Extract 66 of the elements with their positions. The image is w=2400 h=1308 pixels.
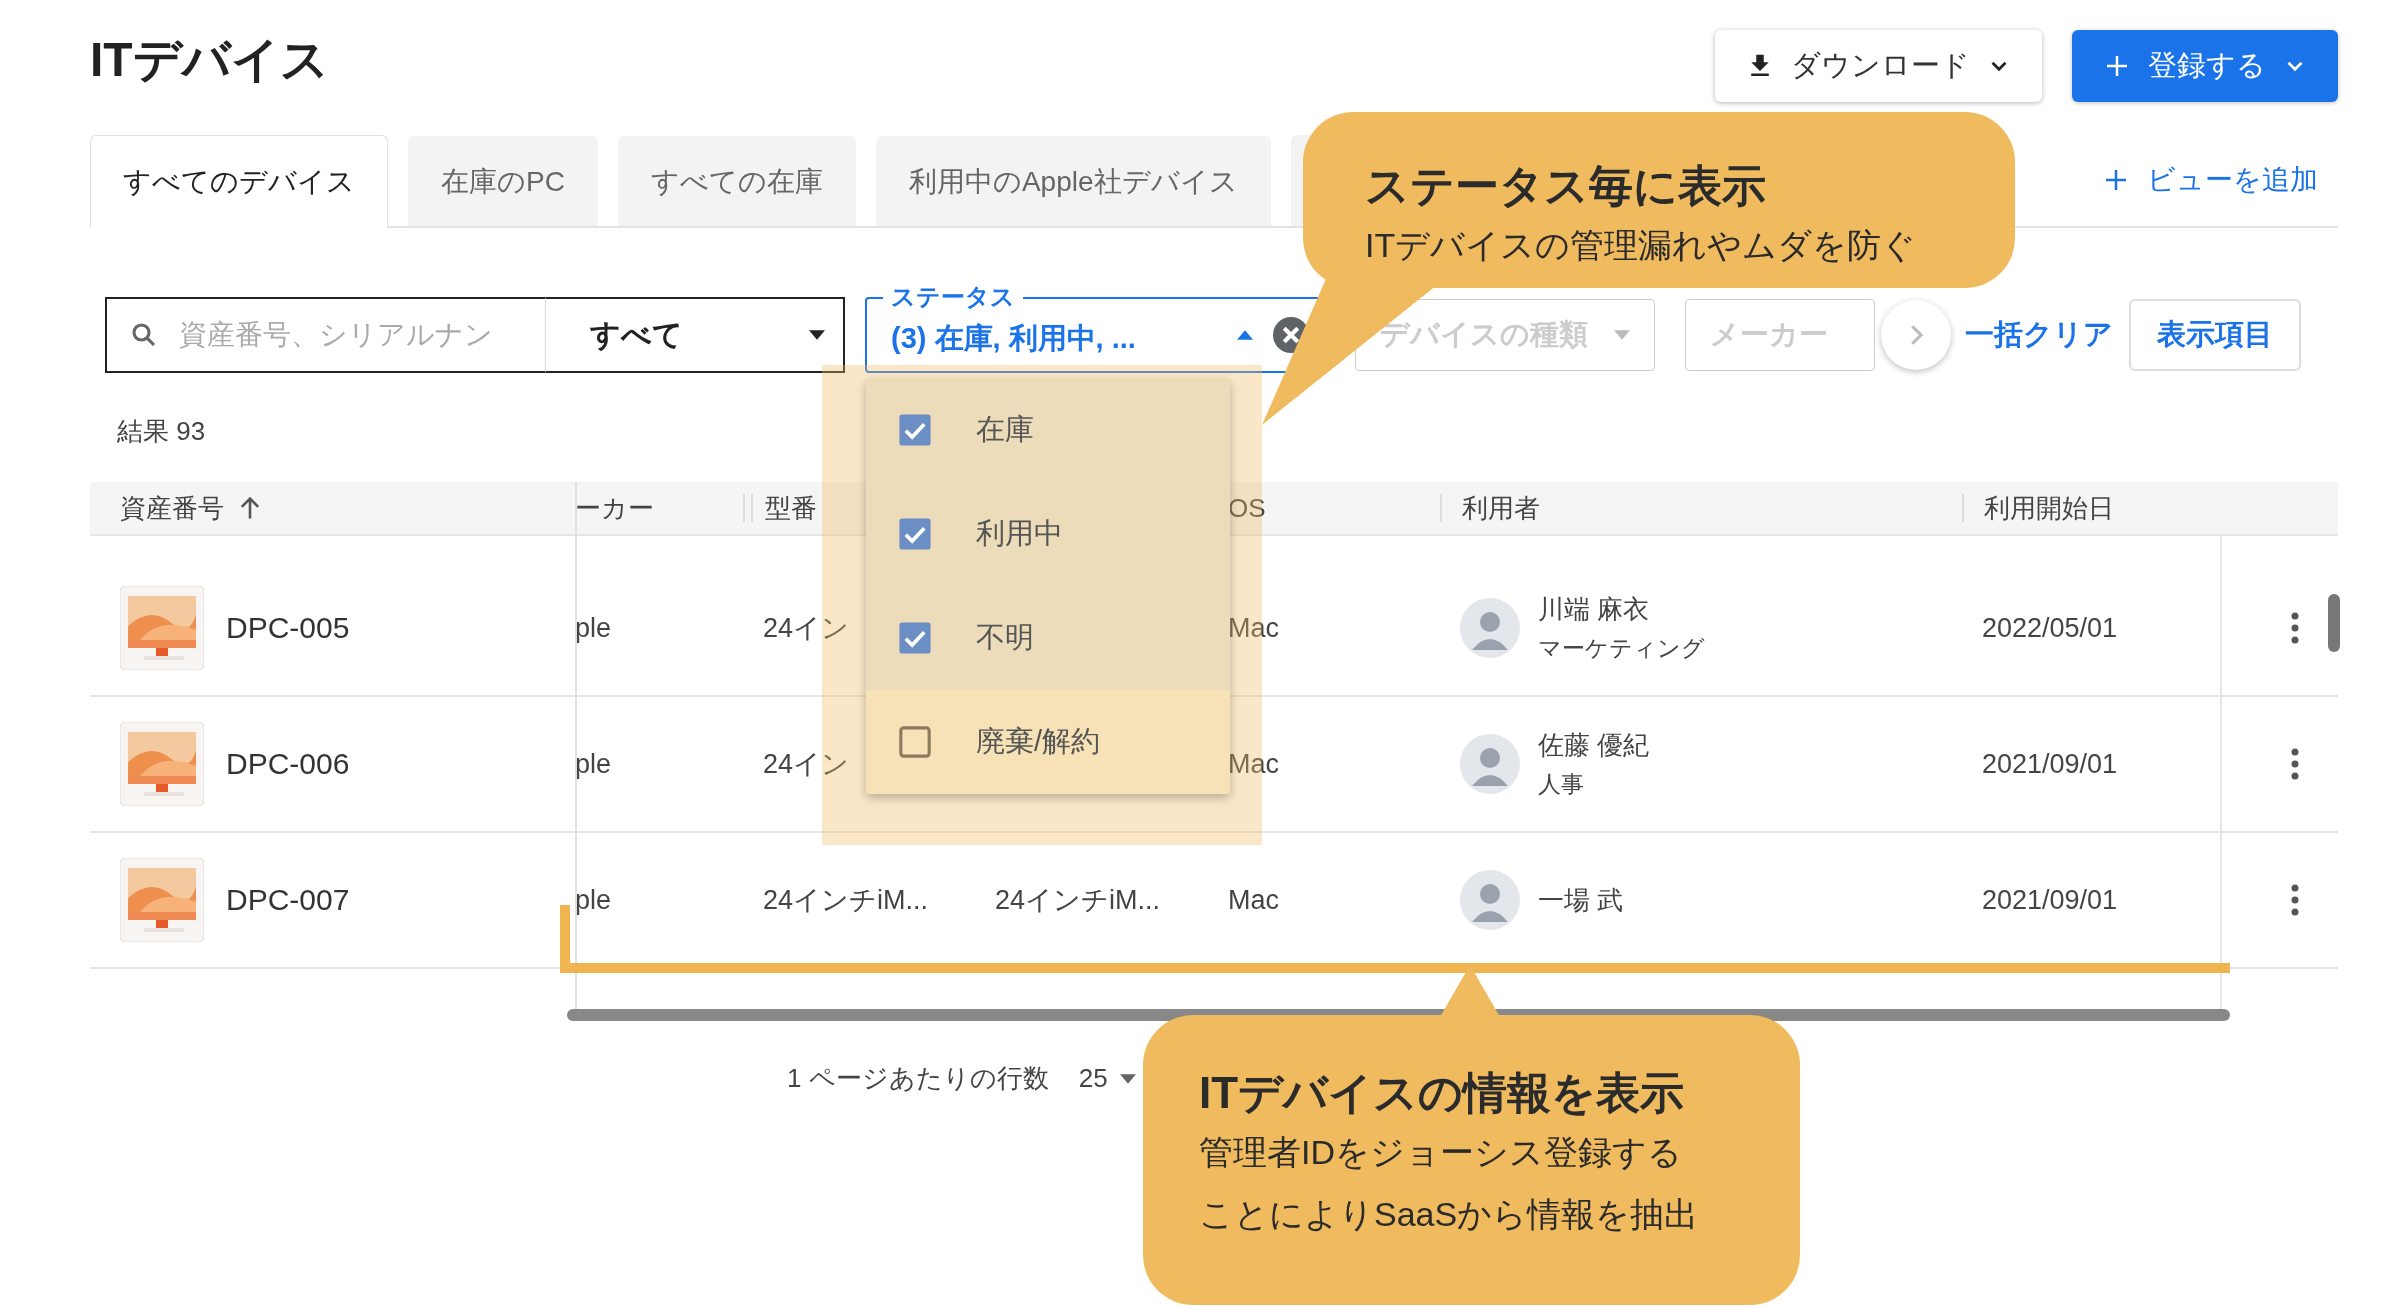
asset-number[interactable]: DPC-007 bbox=[226, 883, 350, 917]
table-cell-text: 24インチiM... bbox=[995, 884, 1161, 917]
avatar-icon bbox=[1460, 598, 1520, 658]
search-field[interactable]: 資産番号、シリアルナン bbox=[105, 297, 545, 373]
more-icon[interactable] bbox=[2291, 748, 2299, 780]
tab[interactable]: すべてのデバイス bbox=[90, 135, 388, 228]
table-cell: 2021/09/01 bbox=[1982, 884, 2118, 916]
more-icon[interactable] bbox=[2291, 612, 2299, 644]
checkbox[interactable] bbox=[898, 413, 932, 447]
dropdown-arrow-icon bbox=[1237, 330, 1253, 340]
table-cell-text: 24イン bbox=[763, 748, 850, 781]
tab[interactable]: 在庫のPC bbox=[408, 136, 598, 226]
checkbox[interactable] bbox=[898, 621, 932, 655]
column-header[interactable]: 資産番号 bbox=[120, 490, 224, 526]
scrollbar-thumb[interactable] bbox=[2328, 594, 2340, 652]
callout-text: 管理者IDをジョーシス登録する bbox=[1199, 1132, 1683, 1173]
asset-number[interactable]: DPC-006 bbox=[226, 747, 350, 781]
more-icon[interactable] bbox=[2291, 884, 2299, 916]
register-button[interactable]: 登録する bbox=[2072, 30, 2338, 102]
page-title: ITデバイス bbox=[90, 32, 329, 88]
dropdown-arrow-icon bbox=[1119, 1073, 1136, 1084]
column-header[interactable]: 型番 bbox=[765, 490, 817, 526]
tab[interactable]: 利用中のApple社デバイス bbox=[875, 136, 1271, 226]
column-header[interactable]: 利用開始日 bbox=[1984, 490, 2114, 526]
dropdown-arrow-icon bbox=[809, 330, 825, 340]
status-option[interactable]: 廃棄/解約 bbox=[866, 690, 1230, 794]
checkbox[interactable] bbox=[898, 517, 932, 551]
tab[interactable]: すべての在庫 bbox=[617, 136, 856, 226]
status-option[interactable]: 利用中 bbox=[866, 482, 1230, 586]
rows-per-page-label: 1 ページあたりの行数 bbox=[787, 1062, 1049, 1095]
user-name: 佐藤 優紀 bbox=[1538, 729, 1650, 762]
dropdown-arrow-icon bbox=[1614, 330, 1630, 340]
user-name: 一場 武 bbox=[1538, 883, 1624, 917]
checkbox[interactable] bbox=[898, 725, 932, 759]
asset-number[interactable]: DPC-005 bbox=[226, 611, 350, 645]
callout-text: ことによりSaaSから情報を抽出 bbox=[1199, 1194, 1700, 1235]
table-cell: 2021/09/01 bbox=[1982, 748, 2118, 780]
clear-all-link[interactable]: 一括クリア bbox=[1965, 315, 2113, 355]
avatar-icon bbox=[1460, 734, 1520, 794]
table-cell: ple bbox=[575, 884, 612, 916]
user-name: 川端 麻衣 bbox=[1538, 593, 1651, 626]
callout-title: ITデバイスの情報を表示 bbox=[1199, 1067, 1686, 1119]
columns-button[interactable]: 表示項目 bbox=[2129, 299, 2301, 371]
callout-text: ITデバイスの管理漏れやムダを防ぐ bbox=[1365, 225, 1918, 266]
user-department: 人事 bbox=[1538, 770, 1585, 799]
user-department: マーケティング bbox=[1538, 634, 1705, 663]
status-option[interactable]: 不明 bbox=[866, 586, 1230, 690]
callout-title: ステータス毎に表示 bbox=[1365, 160, 1767, 212]
table-cell-text: 24インチiM... bbox=[763, 884, 929, 917]
column-header[interactable]: 利用者 bbox=[1462, 490, 1540, 526]
table-cell: ple bbox=[575, 612, 612, 644]
add-view-link[interactable]: ビューを追加 bbox=[2101, 160, 2318, 199]
table-cell: ple bbox=[575, 748, 612, 780]
table-cell: Mac bbox=[1228, 612, 1279, 644]
column-header[interactable]: ーカー bbox=[575, 490, 654, 526]
table-cell: Mac bbox=[1228, 884, 1279, 916]
status-option[interactable]: 在庫 bbox=[866, 378, 1230, 482]
table-cell-text: 24イン bbox=[763, 612, 850, 645]
avatar-icon bbox=[1460, 870, 1520, 930]
download-button[interactable]: ダウンロード bbox=[1715, 30, 2042, 102]
result-count: 結果 93 bbox=[117, 415, 206, 448]
table-cell: Mac bbox=[1228, 748, 1279, 780]
scope-select[interactable]: すべて bbox=[545, 297, 845, 373]
table-cell: 2022/05/01 bbox=[1982, 612, 2118, 644]
rows-per-page-select[interactable]: 25 bbox=[1078, 1063, 1108, 1094]
column-header[interactable]: OS bbox=[1228, 492, 1266, 524]
